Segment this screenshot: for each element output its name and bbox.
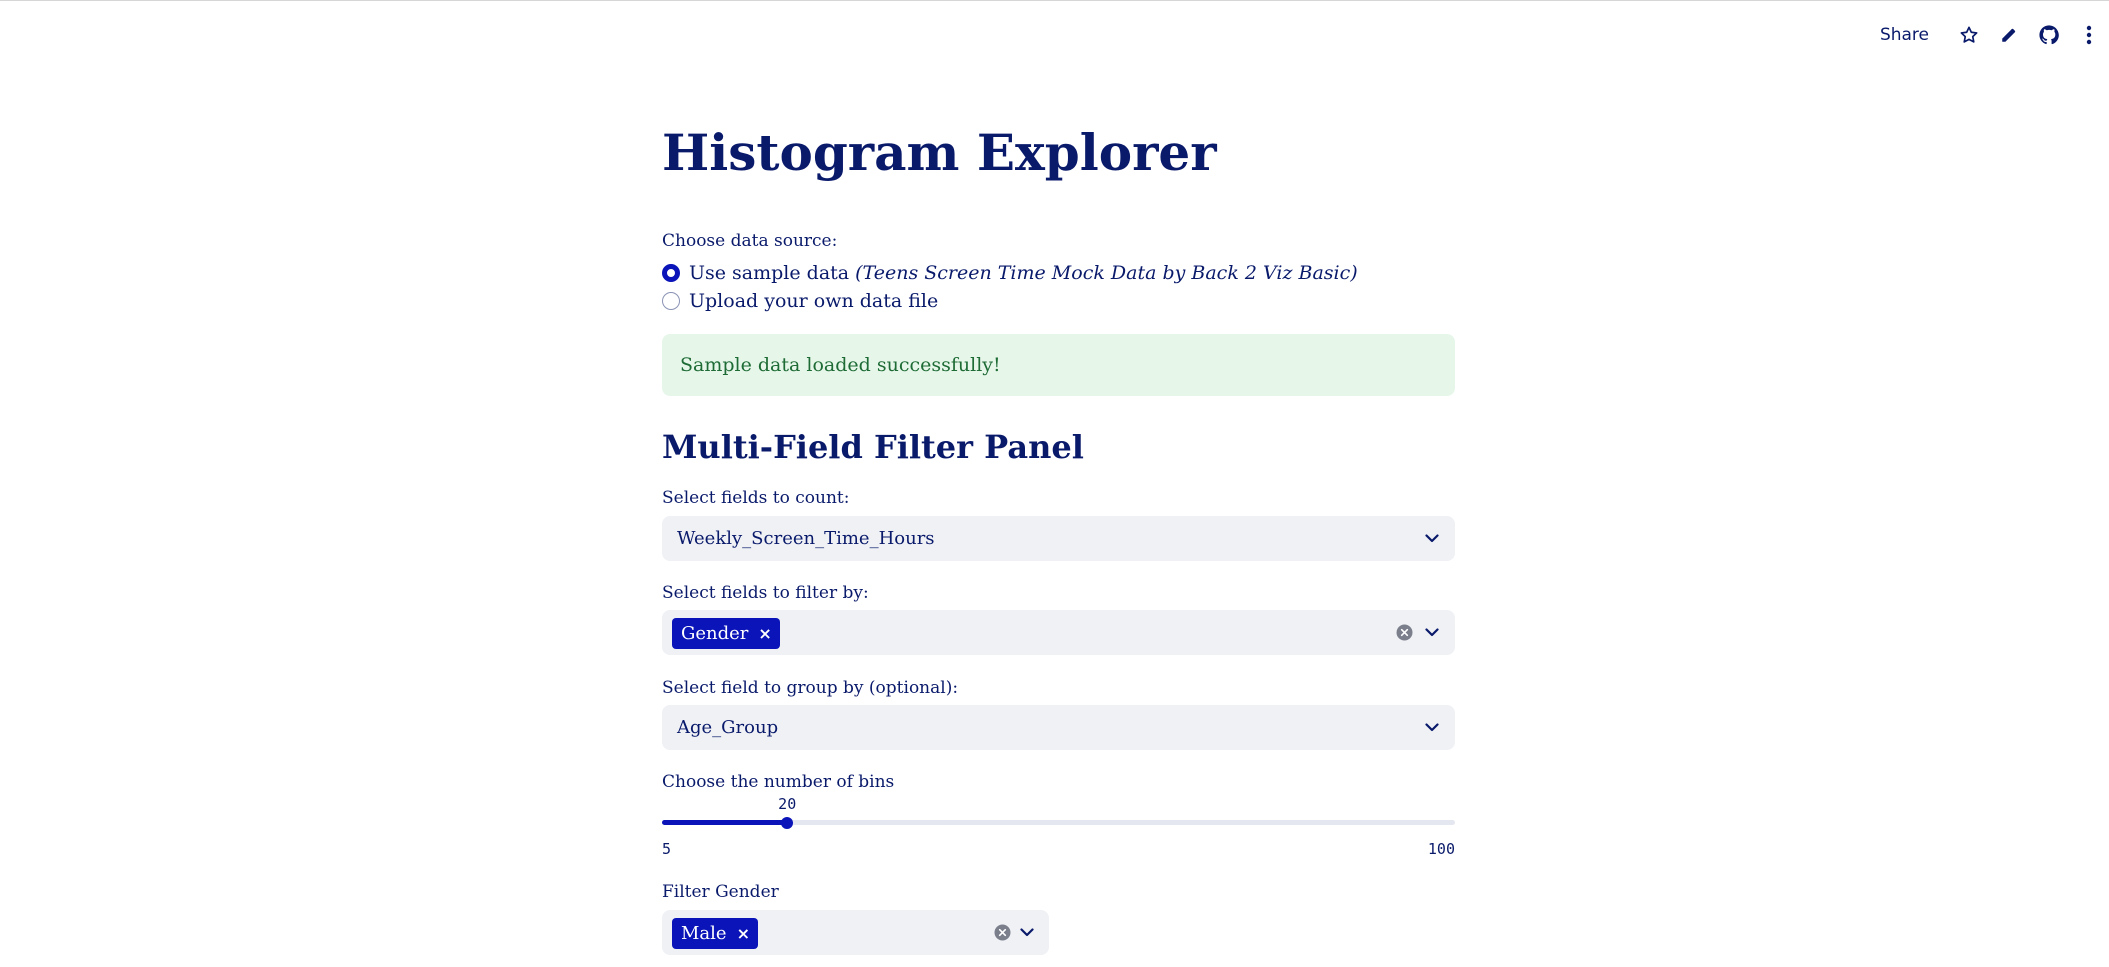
chevron-down-icon[interactable] bbox=[1421, 621, 1443, 643]
panel-heading: Multi-Field Filter Panel bbox=[662, 428, 1084, 466]
count-fields-label: Select fields to count: bbox=[662, 488, 850, 508]
bins-slider-thumb[interactable] bbox=[781, 817, 794, 829]
filter-gender-label: Filter Gender bbox=[662, 882, 779, 902]
slider-max-label: 100 bbox=[1427, 840, 1455, 858]
slider-min-label: 5 bbox=[662, 840, 672, 858]
chevron-down-icon[interactable] bbox=[1016, 921, 1038, 943]
clear-all-icon[interactable] bbox=[994, 924, 1011, 941]
radio-label: Use sample data bbox=[689, 262, 850, 284]
group-by-label: Select field to group by (optional): bbox=[662, 678, 959, 698]
tag-label: Male bbox=[681, 923, 727, 944]
group-by-select[interactable]: Age_Group bbox=[662, 705, 1455, 750]
github-icon[interactable] bbox=[2029, 22, 2069, 48]
radio-selected-indicator[interactable] bbox=[662, 264, 680, 282]
data-source-label: Choose data source: bbox=[662, 231, 838, 251]
count-fields-select[interactable]: Weekly_Screen_Time_Hours bbox=[662, 516, 1455, 561]
tag-remove-icon[interactable]: × bbox=[758, 624, 771, 643]
success-message: Sample data loaded successfully! bbox=[680, 354, 1001, 376]
select-value: Age_Group bbox=[677, 717, 779, 738]
radio-note: (Teens Screen Time Mock Data by Back 2 V… bbox=[855, 262, 1358, 284]
star-icon[interactable] bbox=[1949, 22, 1989, 48]
chevron-down-icon[interactable] bbox=[1421, 527, 1443, 549]
clear-all-icon[interactable] bbox=[1396, 624, 1413, 641]
filter-fields-label: Select fields to filter by: bbox=[662, 583, 869, 603]
bins-slider-fill bbox=[662, 820, 788, 825]
app-toolbar: Share bbox=[1880, 22, 2109, 48]
radio-sample-data[interactable]: Use sample data (Teens Screen Time Mock … bbox=[662, 262, 1358, 284]
gender-tag: Male × bbox=[672, 918, 758, 949]
radio-label: Upload your own data file bbox=[689, 290, 939, 312]
radio-upload-file[interactable]: Upload your own data file bbox=[662, 290, 938, 312]
success-alert: Sample data loaded successfully! bbox=[662, 334, 1455, 396]
more-vertical-icon[interactable] bbox=[2069, 22, 2109, 48]
slider-value: 20 bbox=[778, 795, 797, 813]
select-value: Weekly_Screen_Time_Hours bbox=[677, 528, 935, 549]
filter-gender-multiselect[interactable]: Male × bbox=[662, 910, 1049, 955]
tag-label: Gender bbox=[681, 623, 749, 644]
chevron-down-icon[interactable] bbox=[1421, 716, 1443, 738]
filter-fields-multiselect[interactable]: Gender × bbox=[662, 610, 1455, 655]
tag-remove-icon[interactable]: × bbox=[737, 924, 750, 943]
radio-unselected-indicator[interactable] bbox=[662, 292, 680, 310]
pencil-icon[interactable] bbox=[1989, 22, 2029, 48]
top-border bbox=[0, 0, 2109, 1]
page-title: Histogram Explorer bbox=[662, 123, 1217, 182]
share-button[interactable]: Share bbox=[1880, 25, 1929, 45]
bins-label: Choose the number of bins bbox=[662, 772, 895, 792]
filter-field-tag: Gender × bbox=[672, 618, 780, 649]
